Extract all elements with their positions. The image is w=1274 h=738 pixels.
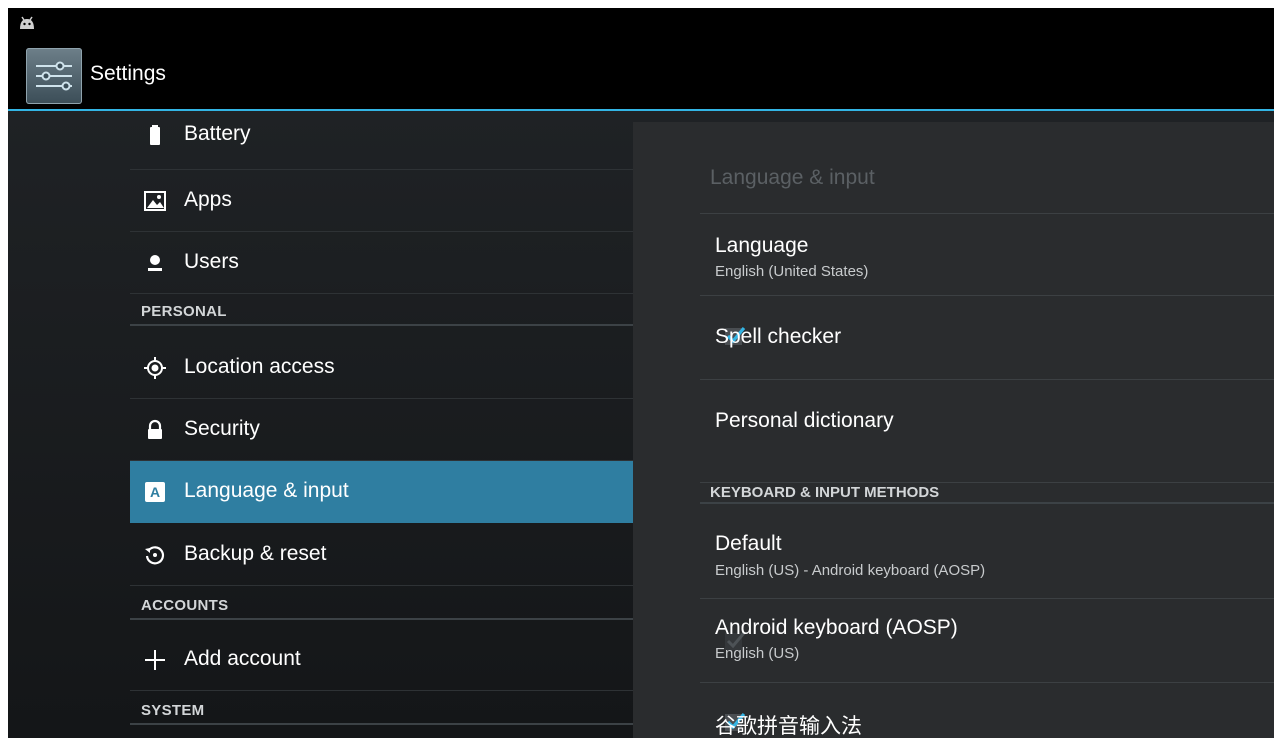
settings-app-icon[interactable]	[26, 48, 82, 104]
android-notification-icon	[20, 16, 34, 29]
sidebar-item-label: Backup & reset	[184, 542, 327, 565]
sidebar-item-apps[interactable]: Apps	[130, 170, 633, 232]
sidebar-item-label: Battery	[184, 122, 251, 145]
status-bar	[8, 8, 1274, 40]
sidebar-item-label: Users	[184, 250, 239, 273]
pinyin-ime-preference[interactable]: 谷歌拼音输入法	[700, 682, 1274, 738]
sidebar-item-label: Security	[184, 417, 260, 440]
sliders-icon	[36, 61, 72, 91]
language-preference[interactable]: Language English (United States)	[700, 213, 1274, 295]
pref-summary: English (US)	[715, 645, 800, 662]
pref-title: 谷歌拼音输入法	[715, 714, 862, 738]
section-header-system: SYSTEM	[130, 700, 633, 725]
settings-sidebar: Battery Apps Users PERSONAL Location acc…	[130, 111, 633, 738]
content-area: Battery Apps Users PERSONAL Location acc…	[8, 111, 1274, 738]
svg-text:A: A	[150, 484, 160, 500]
default-keyboard-preference[interactable]: Default English (US) - Android keyboard …	[700, 512, 1274, 598]
users-icon	[148, 255, 162, 271]
pref-title: Personal dictionary	[715, 409, 894, 432]
android-keyboard-preference[interactable]: Android keyboard (AOSP) English (US)	[700, 598, 1274, 682]
sidebar-item-security[interactable]: Security	[130, 399, 633, 461]
detail-title: Language & input	[710, 166, 875, 189]
pref-summary: English (United States)	[715, 263, 869, 280]
app-title: Settings	[90, 62, 166, 85]
sidebar-item-add-account[interactable]: Add account	[130, 629, 633, 691]
sidebar-item-label: Add account	[184, 647, 301, 670]
battery-icon	[150, 125, 160, 145]
sidebar-item-location[interactable]: Location access	[130, 337, 633, 399]
pref-title: Language	[715, 234, 809, 257]
sidebar-item-label: Language & input	[184, 479, 349, 502]
location-icon	[144, 357, 166, 379]
sidebar-item-users[interactable]: Users	[130, 232, 633, 294]
pref-summary: English (US) - Android keyboard (AOSP)	[715, 562, 986, 579]
language-icon: A	[145, 482, 165, 502]
plus-icon	[145, 650, 165, 670]
sidebar-item-label: Apps	[184, 188, 232, 211]
sidebar-item-label: Location access	[184, 355, 335, 378]
screen: Settings Battery Apps Users PERSONAL Loc…	[8, 8, 1274, 738]
section-header-personal: PERSONAL	[130, 301, 633, 326]
apps-icon	[144, 191, 166, 211]
pref-title: Android keyboard (AOSP)	[715, 616, 958, 639]
sidebar-item-backup-reset[interactable]: Backup & reset	[130, 524, 633, 586]
sidebar-item-battery[interactable]: Battery	[130, 111, 633, 170]
section-header-keyboard: KEYBOARD & INPUT METHODS	[700, 482, 1274, 504]
personal-dictionary-preference[interactable]: Personal dictionary	[700, 379, 1274, 463]
backup-icon	[145, 546, 165, 565]
section-header-accounts: ACCOUNTS	[130, 595, 633, 620]
action-bar: Settings	[8, 40, 1274, 111]
detail-pane: Language & input Language English (Unite…	[633, 122, 1274, 738]
pref-title: Default	[715, 532, 782, 555]
lock-icon	[148, 419, 162, 439]
spell-checker-preference[interactable]: Spell checker	[700, 295, 1274, 379]
sidebar-item-language-input[interactable]: A Language & input	[130, 461, 633, 523]
pref-title: Spell checker	[715, 325, 842, 348]
